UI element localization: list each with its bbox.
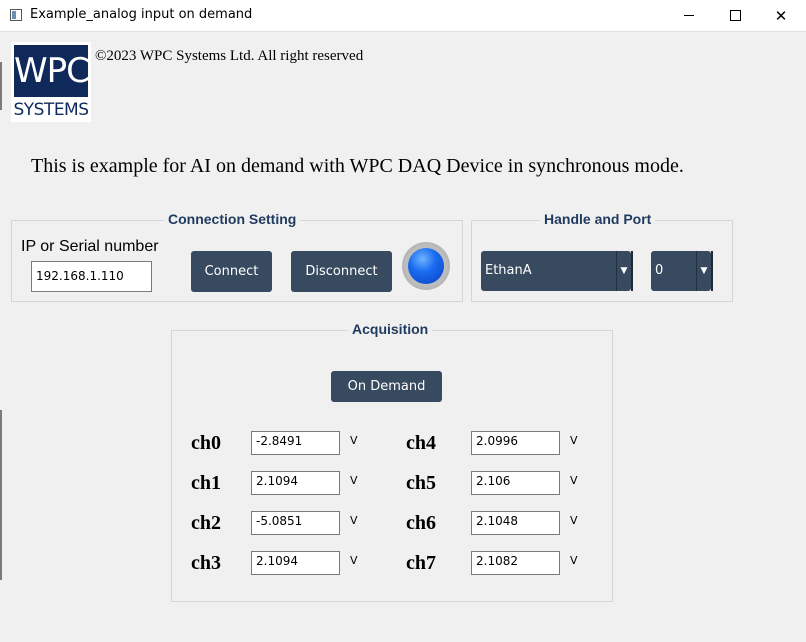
channel-label-ch2: ch2 bbox=[191, 512, 221, 534]
channel-label-ch7: ch7 bbox=[406, 552, 436, 574]
wpc-logo: WPC SYSTEMS bbox=[11, 42, 91, 122]
intro-text: This is example for AI on demand with WP… bbox=[31, 155, 684, 177]
handle-port-title: Handle and Port bbox=[540, 211, 656, 227]
ip-input[interactable]: 192.168.1.110 bbox=[31, 261, 152, 292]
unit-label: V bbox=[570, 474, 578, 487]
channel-label-ch4: ch4 bbox=[406, 432, 436, 454]
unit-label: V bbox=[350, 434, 358, 447]
combo-edge bbox=[711, 251, 713, 291]
logo-text-bottom: SYSTEMS bbox=[13, 100, 89, 120]
disconnect-button[interactable]: Disconnect bbox=[291, 251, 392, 292]
on-demand-button[interactable]: On Demand bbox=[331, 371, 442, 402]
port-select-value: 0 bbox=[655, 263, 664, 278]
window-edge-mark bbox=[0, 410, 2, 580]
channel-value-ch3[interactable]: 2.1094 bbox=[251, 551, 340, 575]
channel-value-ch0[interactable]: -2.8491 bbox=[251, 431, 340, 455]
handle-select-value: EthanA bbox=[485, 263, 532, 278]
combo-edge bbox=[631, 251, 633, 291]
close-icon: ✕ bbox=[774, 6, 788, 25]
unit-label: V bbox=[570, 514, 578, 527]
channel-label-ch3: ch3 bbox=[191, 552, 221, 574]
ip-label: IP or Serial number bbox=[21, 238, 159, 255]
connection-status-led bbox=[402, 242, 450, 290]
minimize-icon bbox=[684, 15, 694, 16]
channel-value-ch5[interactable]: 2.106 bbox=[471, 471, 560, 495]
maximize-icon bbox=[729, 10, 741, 21]
channel-label-ch0: ch0 bbox=[191, 432, 221, 454]
connect-button[interactable]: Connect bbox=[191, 251, 272, 292]
logo-text-top: WPC bbox=[14, 45, 90, 97]
unit-label: V bbox=[350, 514, 358, 527]
channel-value-ch7[interactable]: 2.1082 bbox=[471, 551, 560, 575]
connection-setting-title: Connection Setting bbox=[164, 211, 301, 227]
port-select[interactable]: 0 ▼ bbox=[651, 251, 713, 291]
title-bar: Example_analog input on demand ✕ bbox=[0, 0, 806, 32]
app-icon bbox=[10, 9, 22, 21]
unit-label: V bbox=[350, 554, 358, 567]
unit-label: V bbox=[570, 434, 578, 447]
channel-value-ch1[interactable]: 2.1094 bbox=[251, 471, 340, 495]
led-light bbox=[408, 248, 444, 284]
channel-value-ch6[interactable]: 2.1048 bbox=[471, 511, 560, 535]
channel-label-ch6: ch6 bbox=[406, 512, 436, 534]
channel-label-ch5: ch5 bbox=[406, 472, 436, 494]
acquisition-title: Acquisition bbox=[348, 321, 433, 337]
window-title: Example_analog input on demand bbox=[30, 7, 253, 22]
channel-value-ch4[interactable]: 2.0996 bbox=[471, 431, 560, 455]
maximize-button[interactable] bbox=[712, 0, 758, 31]
handle-select[interactable]: EthanA ▼ bbox=[481, 251, 633, 291]
close-button[interactable]: ✕ bbox=[758, 0, 804, 31]
chevron-down-icon: ▼ bbox=[696, 251, 711, 291]
unit-label: V bbox=[350, 474, 358, 487]
channel-label-ch1: ch1 bbox=[191, 472, 221, 494]
minimize-button[interactable] bbox=[666, 0, 712, 31]
chevron-down-icon: ▼ bbox=[616, 251, 631, 291]
window-edge-mark bbox=[0, 62, 2, 110]
channel-value-ch2[interactable]: -5.0851 bbox=[251, 511, 340, 535]
copyright-text: ©2023 WPC Systems Ltd. All right reserve… bbox=[95, 48, 364, 64]
unit-label: V bbox=[570, 554, 578, 567]
